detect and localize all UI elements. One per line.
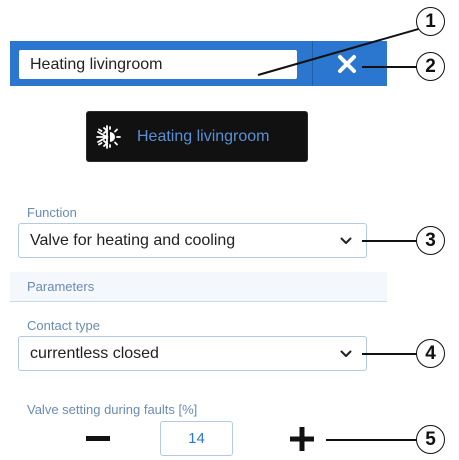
callout-3: 3 <box>416 226 445 255</box>
callout-2: 2 <box>416 52 445 81</box>
close-x-icon <box>338 55 356 73</box>
contact-type-label: Contact type <box>27 318 100 333</box>
minus-icon <box>86 436 110 441</box>
chevron-down-icon <box>340 350 352 357</box>
header-divider <box>312 41 313 86</box>
contact-type-select[interactable]: currentless closed <box>18 336 367 371</box>
decrement-button[interactable] <box>80 424 116 454</box>
name-input[interactable] <box>19 50 297 79</box>
plus-icon <box>290 427 314 451</box>
valve-fault-label: Valve setting during faults [%] <box>27 402 198 417</box>
callout-line-5 <box>326 439 417 441</box>
increment-button[interactable] <box>284 424 320 454</box>
function-select-value: Valve for heating and cooling <box>30 231 236 249</box>
callout-line-4 <box>362 353 417 355</box>
function-select[interactable]: Valve for heating and cooling <box>18 223 367 258</box>
section-rule-bottom <box>10 301 387 302</box>
callout-4: 4 <box>416 339 445 368</box>
valve-fault-input[interactable] <box>160 421 233 456</box>
function-label: Function <box>27 205 77 220</box>
callout-1: 1 <box>416 7 445 36</box>
heating-cooling-icon <box>96 124 121 149</box>
preview-label: Heating livingroom <box>137 127 270 145</box>
parameters-title: Parameters <box>27 279 95 294</box>
callout-line-2 <box>362 66 417 68</box>
preview-tile: Heating livingroom <box>87 112 307 161</box>
callout-5: 5 <box>416 425 445 454</box>
contact-type-select-value: currentless closed <box>30 344 159 362</box>
chevron-down-icon <box>340 237 352 244</box>
callout-line-3 <box>362 240 417 242</box>
